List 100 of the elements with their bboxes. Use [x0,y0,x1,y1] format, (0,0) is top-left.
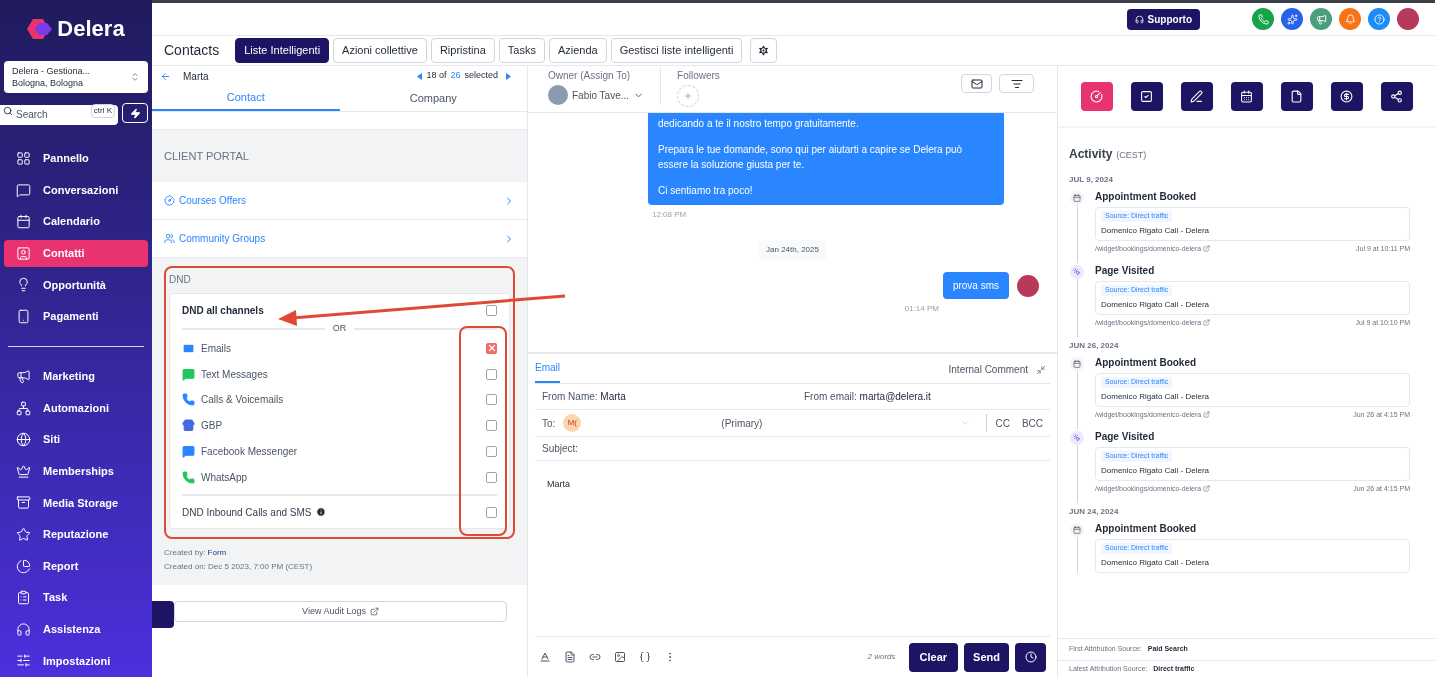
messenger-icon [182,445,195,459]
nav-item[interactable]: Task [4,584,148,612]
megaphone-button[interactable] [1310,8,1332,30]
event-name: Domenico Rigato Call - Delera [1101,298,1210,311]
calendar-icon [1070,191,1084,205]
checkbox[interactable] [486,368,497,380]
toolbar-button[interactable]: Azioni collettive [333,38,427,63]
event-name: Domenico Rigato Call - Delera [1101,464,1210,477]
pager-position: 18 of [426,69,447,83]
share-button[interactable] [1380,81,1413,111]
toolbar-button[interactable]: Tasks [498,38,545,63]
checkbox[interactable] [486,471,497,483]
channel-label: Calls & Voicemails [201,393,284,408]
separator-label: OR [332,322,347,335]
nav-item[interactable]: Report [4,552,148,580]
checkbox[interactable] [486,304,497,316]
settings-button[interactable] [750,38,778,63]
gear-icon [757,44,771,57]
pen-button[interactable] [1180,81,1213,111]
portal-link[interactable]: Courses Offers [152,182,527,220]
dollar-icon [1340,89,1353,103]
event-title: Page Visited [1095,430,1156,444]
nav-item[interactable]: Impostazioni [4,647,148,675]
tooltip-block [152,601,174,629]
phone-icon [1257,13,1269,25]
nav-item[interactable]: Media Storage [4,489,148,517]
toolbar-button[interactable]: Liste Intelligenti [235,38,330,63]
dnd-all-label: DND all channels [182,303,264,318]
owner-selector[interactable]: Fabio Tave... [548,85,645,105]
checkbox[interactable] [486,342,497,354]
phone-bubble-icon [182,470,195,484]
mail-icon [182,341,195,355]
schedule-button[interactable] [1015,642,1046,672]
checkbox[interactable] [486,394,497,406]
link-icon[interactable] [589,651,601,663]
send-button[interactable]: Send [964,642,1009,672]
cc-link[interactable]: CC [995,415,1010,431]
toolbar-button[interactable]: Azienda [548,38,607,63]
headset-icon [1134,14,1144,24]
back-icon[interactable] [160,70,171,82]
nav-item[interactable]: Contatti [4,239,148,267]
recipient-initials: M( [563,414,582,432]
image-icon[interactable] [614,651,626,663]
nav-item[interactable]: Reputazione [4,520,148,548]
nav-item[interactable]: Marketing [4,362,148,390]
email-button[interactable] [961,74,992,93]
nav-item[interactable]: Opportunità [4,271,148,299]
portal-link[interactable]: Community Groups [152,220,527,258]
text-format-icon[interactable] [539,651,551,663]
activity-date: JUL 9, 2024 [1069,174,1114,186]
nav-icon [16,214,31,230]
nav-item[interactable]: Conversazioni [4,176,148,204]
nav-item[interactable]: Pannello [4,145,148,172]
dollar-button[interactable] [1330,81,1363,111]
braces-icon[interactable] [639,651,651,663]
word-count: 2 words [867,651,896,663]
nav-item[interactable]: Calendario [4,208,148,236]
bcc-link[interactable]: BCC [1021,415,1043,431]
nav-item[interactable]: Memberships [4,457,148,485]
document-icon[interactable] [564,651,576,663]
sparkles-button[interactable] [1281,8,1303,30]
help-button[interactable] [1368,8,1390,30]
quick-action-button[interactable] [122,103,148,123]
composer-tab[interactable]: Internal Comment [948,362,1028,383]
audit-logs-button[interactable]: View Audit Logs [174,601,507,623]
composer-tab[interactable]: Email [535,360,560,383]
checkbox[interactable] [486,446,497,458]
toolbar-button[interactable]: Gestisci liste intelligenti [610,38,743,63]
checkbox[interactable] [486,420,497,432]
checkbox[interactable] [486,506,497,518]
clock-button[interactable] [1080,81,1113,111]
collapse-icon[interactable] [1036,365,1046,375]
toolbar-button[interactable]: Ripristina [430,38,495,63]
nav-item[interactable]: Assistenza [4,615,148,643]
calendar-icon [1240,89,1253,103]
external-link-icon [1203,319,1211,327]
calendar-button[interactable] [1230,81,1263,111]
channel-label: Text Messages [201,367,268,382]
document-button[interactable] [1280,81,1313,111]
event-title: Appointment Booked [1095,190,1198,204]
next-icon[interactable] [506,72,511,80]
previous-icon[interactable] [417,72,423,80]
checkbox-button[interactable] [1130,81,1163,111]
phone-button[interactable] [1252,8,1274,30]
support-button[interactable]: Supporto [1126,8,1200,30]
nav-icon [16,432,31,448]
filter-button[interactable] [999,74,1034,93]
nav-item[interactable]: Automazioni [4,394,148,422]
panel-tab[interactable]: Company [339,86,527,111]
user-avatar[interactable] [1397,8,1419,30]
nav-item[interactable]: Siti [4,426,148,454]
activity-timezone: (CEST) [1116,149,1147,162]
megaphone-icon [1315,13,1327,25]
nav-item[interactable]: Pagamenti [4,302,148,330]
location-city: Bologna, Bologna [12,77,85,89]
message-body-field[interactable]: Marta [535,461,1050,637]
calendar-icon [1070,523,1084,537]
location-selector[interactable]: Delera - Gestiona... Bologna, Bologna [4,61,148,93]
bell-button[interactable] [1339,8,1361,30]
clear-button[interactable]: Clear [908,642,959,672]
